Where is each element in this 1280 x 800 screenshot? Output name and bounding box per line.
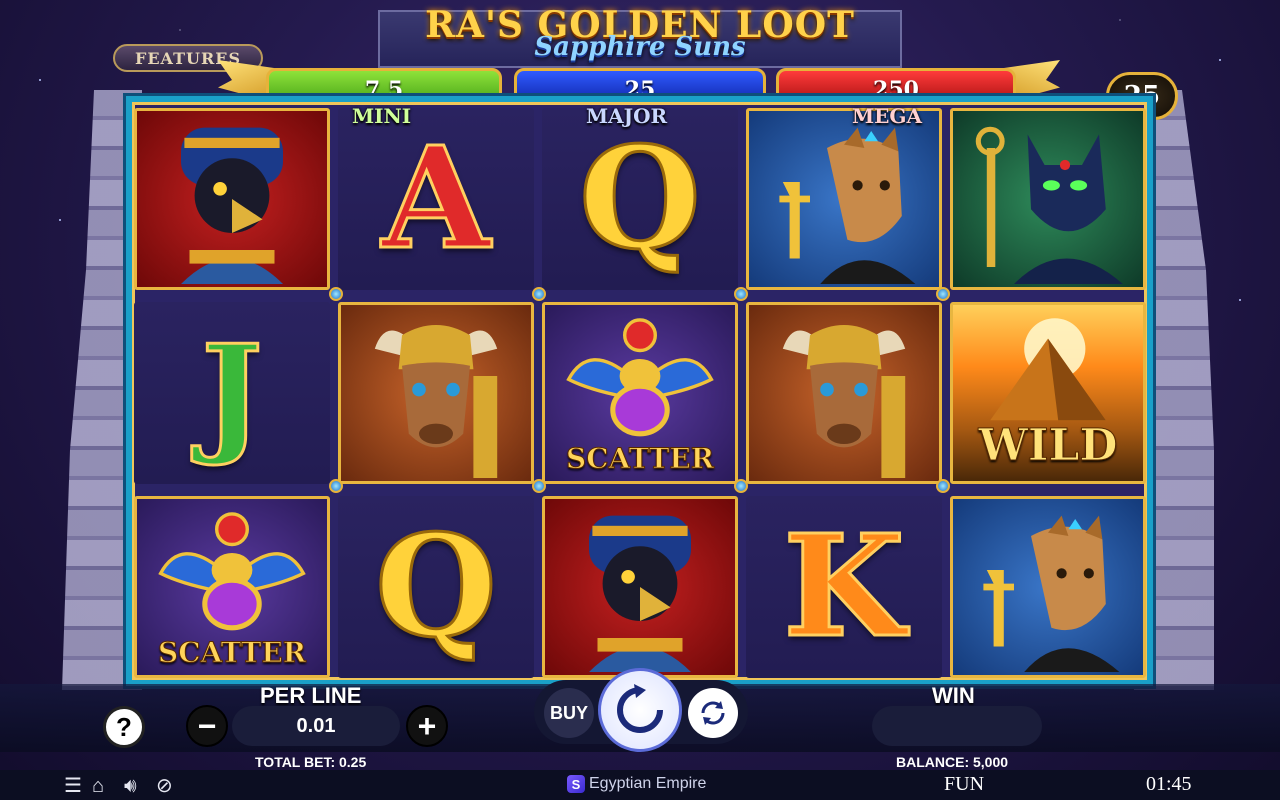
reel-gem-icon bbox=[936, 479, 950, 493]
jackpot-major-label: MAJOR bbox=[586, 104, 668, 128]
black-cat-goddess-icon bbox=[975, 126, 1123, 284]
reel-symbol-lioness bbox=[746, 108, 942, 290]
reel-symbol-scatter: SCATTER bbox=[134, 496, 330, 678]
jackpot-mega-label: MEGA bbox=[852, 104, 922, 128]
help-button[interactable]: ? bbox=[103, 706, 145, 748]
turbo-icon[interactable]: ⊘ bbox=[156, 776, 173, 796]
home-icon[interactable]: ⌂ bbox=[92, 776, 104, 796]
reel-symbol-a: A bbox=[338, 108, 534, 290]
total-bet-text: TOTAL BET: 0.25 bbox=[255, 754, 367, 770]
reel-gem-icon bbox=[734, 479, 748, 493]
lioness-goddess-icon bbox=[779, 127, 916, 284]
autoplay-icon bbox=[701, 701, 725, 725]
reel-gem-icon bbox=[532, 287, 546, 301]
bull-god-icon bbox=[374, 325, 498, 478]
reel-symbol-panther bbox=[950, 108, 1146, 290]
buy-feature-button[interactable]: BUY bbox=[544, 688, 594, 738]
reel-symbol-bull bbox=[338, 302, 534, 484]
falcon-god-icon bbox=[181, 127, 283, 284]
reel-symbol-lioness bbox=[950, 496, 1146, 678]
reel-gem-icon bbox=[329, 479, 343, 493]
letter-a-icon: A bbox=[380, 117, 492, 281]
reel-symbol-q: Q bbox=[542, 108, 738, 290]
brand-name: Egyptian Empire bbox=[589, 775, 707, 792]
reel-symbol-q: Q bbox=[338, 496, 534, 678]
win-display bbox=[872, 706, 1042, 746]
scatter-label: SCATTER bbox=[566, 442, 715, 476]
letter-q-icon: Q bbox=[578, 117, 703, 281]
autoplay-button[interactable] bbox=[688, 688, 738, 738]
reel-symbol-horus bbox=[134, 108, 330, 290]
letter-j-icon: J bbox=[200, 316, 264, 469]
play-mode-text: FUN bbox=[944, 773, 985, 795]
letter-k-icon: K bbox=[782, 505, 907, 669]
reel-gem-icon bbox=[936, 287, 950, 301]
clock-text: 01:45 bbox=[1146, 773, 1192, 795]
falcon-god-icon bbox=[589, 515, 691, 672]
lioness-goddess-icon bbox=[983, 515, 1120, 672]
scatter-label: SCATTER bbox=[158, 636, 307, 670]
brand-logo: S Egyptian Empire bbox=[567, 775, 706, 793]
reel-symbol-horus bbox=[542, 496, 738, 678]
brand-logo-icon: S bbox=[567, 775, 585, 793]
spin-icon bbox=[617, 684, 663, 733]
reel-symbol-j: J bbox=[134, 302, 330, 484]
reel-gem-icon bbox=[329, 287, 343, 301]
wild-label: WILD bbox=[978, 420, 1118, 472]
reel-symbol-wild: WILD bbox=[950, 302, 1146, 484]
increase-bet-button[interactable]: + bbox=[406, 705, 448, 747]
reel-grid: A Q J SCATTER WILD SCATTER Q K bbox=[134, 108, 1146, 678]
decrease-bet-button[interactable]: − bbox=[186, 705, 228, 747]
reel-symbol-k: K bbox=[746, 496, 942, 678]
jackpot-mini-label: MINI bbox=[352, 104, 412, 128]
balance-text: BALANCE: 5,000 bbox=[896, 754, 1009, 770]
spin-button[interactable] bbox=[598, 668, 682, 752]
reel-symbol-bull bbox=[746, 302, 942, 484]
reel-gem-icon bbox=[532, 479, 546, 493]
bull-god-icon bbox=[782, 325, 906, 478]
sound-icon[interactable]: 🔊︎ bbox=[124, 776, 137, 796]
per-line-value: 0.01 bbox=[232, 706, 400, 746]
menu-icon[interactable]: ☰ bbox=[64, 776, 82, 796]
reel-gem-icon bbox=[734, 287, 748, 301]
letter-q-icon: Q bbox=[374, 505, 499, 669]
reel-symbol-scatter: SCATTER bbox=[542, 302, 738, 484]
